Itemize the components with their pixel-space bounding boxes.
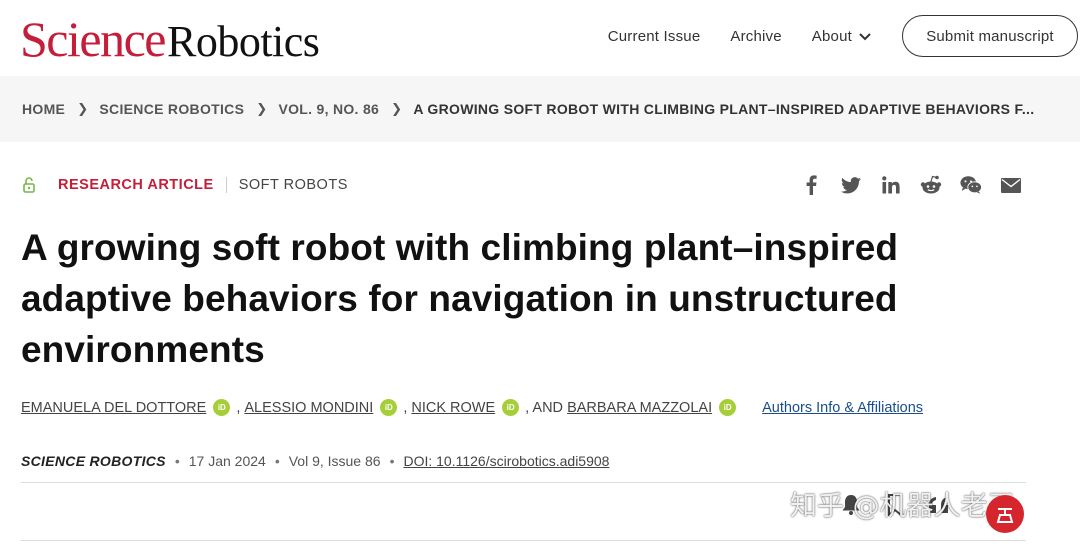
author-name[interactable]: NICK ROWE — [411, 400, 495, 416]
email-icon[interactable] — [1000, 174, 1022, 196]
article-subject[interactable]: SOFT ROBOTS — [239, 177, 348, 193]
volume-issue: Vol 9, Issue 86 — [288, 453, 381, 469]
nav-archive[interactable]: Archive — [730, 28, 781, 45]
separator-dot: • — [389, 453, 395, 469]
divider — [21, 482, 1026, 483]
watermark-logo-icon — [986, 495, 1024, 533]
breadcrumb-journal[interactable]: SCIENCE ROBOTICS — [99, 101, 244, 117]
divider — [225, 177, 227, 193]
reddit-icon[interactable] — [920, 174, 942, 196]
open-lock-icon — [23, 177, 35, 193]
breadcrumb-issue[interactable]: VOL. 9, NO. 86 — [278, 101, 379, 117]
author-name[interactable]: ALESSIO MONDINI — [244, 400, 373, 416]
orcid-icon[interactable]: iD — [380, 399, 398, 416]
wechat-icon[interactable] — [960, 174, 982, 196]
logo-science: Science — [20, 11, 166, 67]
breadcrumb-band: HOME ❯ SCIENCE ROBOTICS ❯ VOL. 9, NO. 86… — [0, 76, 1080, 142]
publication-date: 17 Jan 2024 — [188, 453, 266, 469]
breadcrumb-home[interactable]: HOME — [22, 101, 65, 117]
separator-dot: • — [274, 453, 280, 469]
citation-line: SCIENCE ROBOTICS • 17 Jan 2024 • Vol 9, … — [21, 453, 609, 469]
journal-name: SCIENCE ROBOTICS — [21, 453, 166, 469]
nav-about[interactable]: About — [812, 28, 872, 45]
twitter-icon[interactable] — [840, 174, 862, 196]
share-bar — [782, 174, 1022, 196]
article-type: RESEARCH ARTICLE — [58, 177, 214, 193]
chevron-down-icon — [859, 33, 871, 41]
submit-manuscript-button[interactable]: Submit manuscript — [902, 15, 1078, 57]
chevron-right-icon: ❯ — [391, 101, 403, 116]
nav-current-issue[interactable]: Current Issue — [608, 28, 701, 45]
divider — [21, 540, 1026, 541]
author-separator: , AND — [525, 399, 564, 416]
author-separator: , — [403, 399, 408, 416]
orcid-icon[interactable]: iD — [502, 399, 520, 416]
facebook-icon[interactable] — [800, 174, 822, 196]
breadcrumb: HOME ❯ SCIENCE ROBOTICS ❯ VOL. 9, NO. 86… — [22, 101, 1034, 117]
linkedin-icon[interactable] — [880, 174, 902, 196]
author-name[interactable]: EMANUELA DEL DOTTORE — [21, 400, 206, 416]
nav-about-label: About — [811, 27, 852, 45]
article-title: A growing soft robot with climbing plant… — [21, 227, 899, 370]
site-header: ScienceRobotics Current Issue Archive Ab… — [0, 0, 1080, 76]
breadcrumb-current: A GROWING SOFT ROBOT WITH CLIMBING PLANT… — [413, 101, 1035, 117]
doi-link[interactable]: DOI: 10.1126/scirobotics.adi5908 — [403, 453, 609, 469]
orcid-icon[interactable]: iD — [719, 399, 737, 416]
chevron-right-icon: ❯ — [77, 101, 89, 116]
watermark-text: 知乎 @机器人老王 — [790, 491, 1015, 522]
chevron-right-icon: ❯ — [256, 101, 268, 116]
author-separator: , — [236, 399, 241, 416]
author-name[interactable]: BARBARA MAZZOLAI — [567, 400, 712, 416]
site-logo[interactable]: ScienceRobotics — [20, 10, 320, 68]
orcid-icon[interactable]: iD — [213, 399, 231, 416]
article-meta: RESEARCH ARTICLE SOFT ROBOTS — [22, 176, 348, 194]
logo-robotics: Robotics — [166, 17, 320, 66]
separator-dot: • — [174, 453, 180, 469]
authors-affiliations-link[interactable]: Authors Info & Affiliations — [762, 400, 923, 416]
main-nav: Current Issue Archive About Submit manus… — [608, 15, 1080, 57]
author-list: EMANUELA DEL DOTTORE iD , ALESSIO MONDIN… — [21, 399, 923, 416]
